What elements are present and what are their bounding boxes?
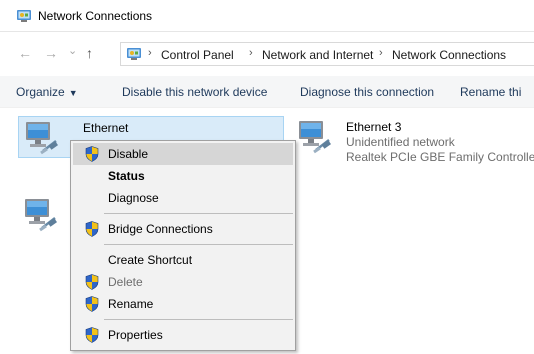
ethernet-adapter-icon[interactable]: [22, 196, 58, 232]
menu-item-status[interactable]: Status: [73, 165, 293, 187]
uac-shield-icon: [85, 296, 99, 312]
menu-item-diagnose[interactable]: Diagnose: [73, 187, 293, 209]
menu-item-rename[interactable]: Rename: [73, 293, 293, 315]
breadcrumb-network-and-internet[interactable]: Network and Internet: [262, 48, 373, 62]
breadcrumb-network-connections[interactable]: Network Connections: [392, 48, 506, 62]
connection-name: Ethernet: [83, 121, 129, 135]
address-bar: ← → ⌄ ↑ › Control Panel › Network and In…: [0, 40, 534, 68]
forward-arrow-icon[interactable]: →: [44, 45, 58, 61]
menu-label: Diagnose: [108, 191, 159, 205]
menu-item-properties[interactable]: Properties: [73, 324, 293, 346]
organize-dropdown-icon: ▼: [68, 88, 78, 98]
disable-network-device-button[interactable]: Disable this network device: [122, 85, 267, 99]
diagnose-connection-button[interactable]: Diagnose this connection: [300, 85, 434, 99]
menu-label: Rename: [108, 297, 154, 311]
menu-item-bridge-connections[interactable]: Bridge Connections: [73, 218, 293, 240]
context-menu: Disable Status Diagnose Bridge Connectio…: [70, 140, 296, 351]
command-bar: Organize ▼ Disable this network device Di…: [0, 76, 534, 108]
menu-separator: [104, 213, 293, 214]
menu-label: Status: [108, 169, 145, 183]
uac-shield-icon: [85, 221, 99, 237]
menu-item-create-shortcut[interactable]: Create Shortcut: [73, 249, 293, 271]
network-connections-icon: [16, 8, 32, 24]
menu-item-disable[interactable]: Disable: [73, 143, 293, 165]
uac-shield-icon: [85, 274, 99, 290]
recent-locations-chevron-icon[interactable]: ⌄: [68, 43, 77, 59]
menu-label: Properties: [108, 328, 163, 342]
organize-button[interactable]: Organize ▼: [16, 85, 78, 99]
connection-item-ethernet-3[interactable]: Ethernet 3 Unidentified network Realtek …: [290, 116, 534, 172]
back-arrow-icon[interactable]: ←: [18, 45, 32, 61]
ethernet-adapter-icon: [296, 118, 332, 154]
menu-label: Create Shortcut: [108, 253, 193, 267]
up-arrow-icon[interactable]: ↑: [86, 45, 93, 61]
menu-separator: [104, 244, 293, 245]
uac-shield-icon: [85, 327, 99, 343]
breadcrumb-control-panel[interactable]: Control Panel: [161, 48, 234, 62]
menu-label: Disable: [108, 147, 149, 161]
uac-shield-icon: [85, 146, 99, 162]
menu-item-delete[interactable]: Delete: [73, 271, 293, 293]
address-box[interactable]: › Control Panel › Network and Internet ›…: [120, 42, 534, 66]
window-title: Network Connections: [38, 9, 153, 23]
ethernet-adapter-icon: [23, 119, 59, 155]
organize-label: Organize: [16, 85, 65, 99]
connection-name: Ethernet 3: [346, 120, 402, 134]
breadcrumb-separator-icon[interactable]: ›: [379, 47, 383, 59]
breadcrumb-separator-icon[interactable]: ›: [148, 47, 152, 59]
menu-label: Bridge Connections: [108, 222, 213, 236]
connection-status: Unidentified network: [346, 135, 455, 149]
menu-label: Delete: [108, 275, 143, 289]
connection-device: Realtek PCIe GBE Family Controlle: [346, 150, 534, 164]
control-panel-icon: [126, 46, 142, 62]
rename-connection-button[interactable]: Rename thi: [460, 85, 521, 99]
menu-separator: [104, 319, 293, 320]
title-bar: Network Connections: [0, 0, 534, 32]
breadcrumb-separator-icon[interactable]: ›: [249, 47, 253, 59]
